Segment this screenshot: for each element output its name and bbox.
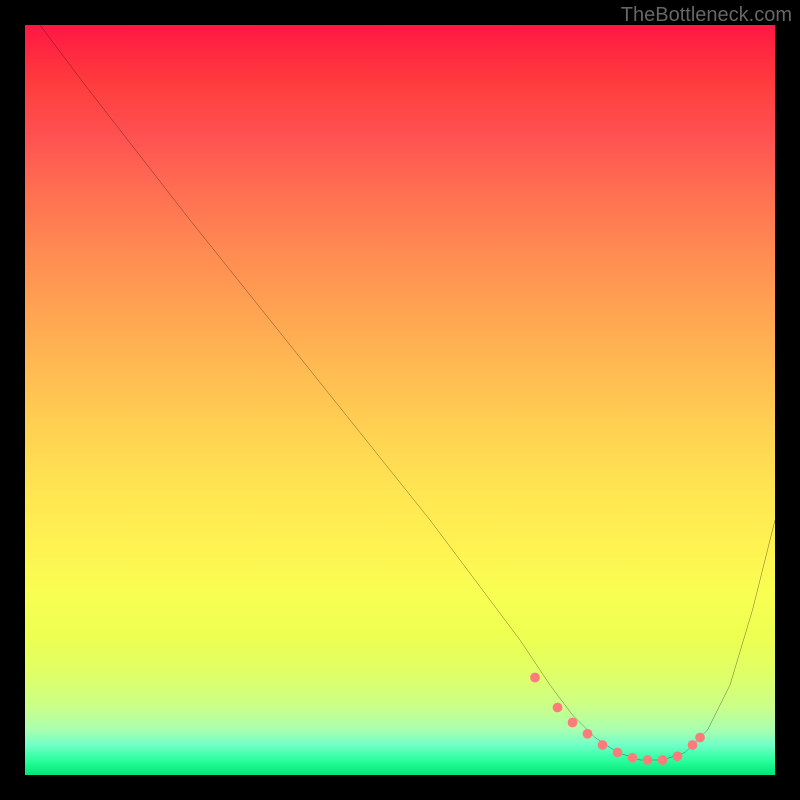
marker-dot xyxy=(530,673,540,683)
watermark-text: TheBottleneck.com xyxy=(621,4,792,27)
optimal-region-dots xyxy=(530,673,705,765)
marker-dot xyxy=(613,748,623,758)
marker-dot xyxy=(688,740,698,750)
bottleneck-curve-svg xyxy=(25,25,775,775)
marker-dot xyxy=(658,755,668,765)
marker-dot xyxy=(583,729,593,739)
marker-dot xyxy=(628,753,638,763)
marker-dot xyxy=(695,733,705,743)
marker-dot xyxy=(673,751,683,761)
bottleneck-curve-line xyxy=(40,25,775,760)
marker-dot xyxy=(553,703,563,713)
marker-dot xyxy=(643,755,653,765)
marker-dot xyxy=(598,740,608,750)
marker-dot xyxy=(568,718,578,728)
chart-plot-area xyxy=(25,25,775,775)
